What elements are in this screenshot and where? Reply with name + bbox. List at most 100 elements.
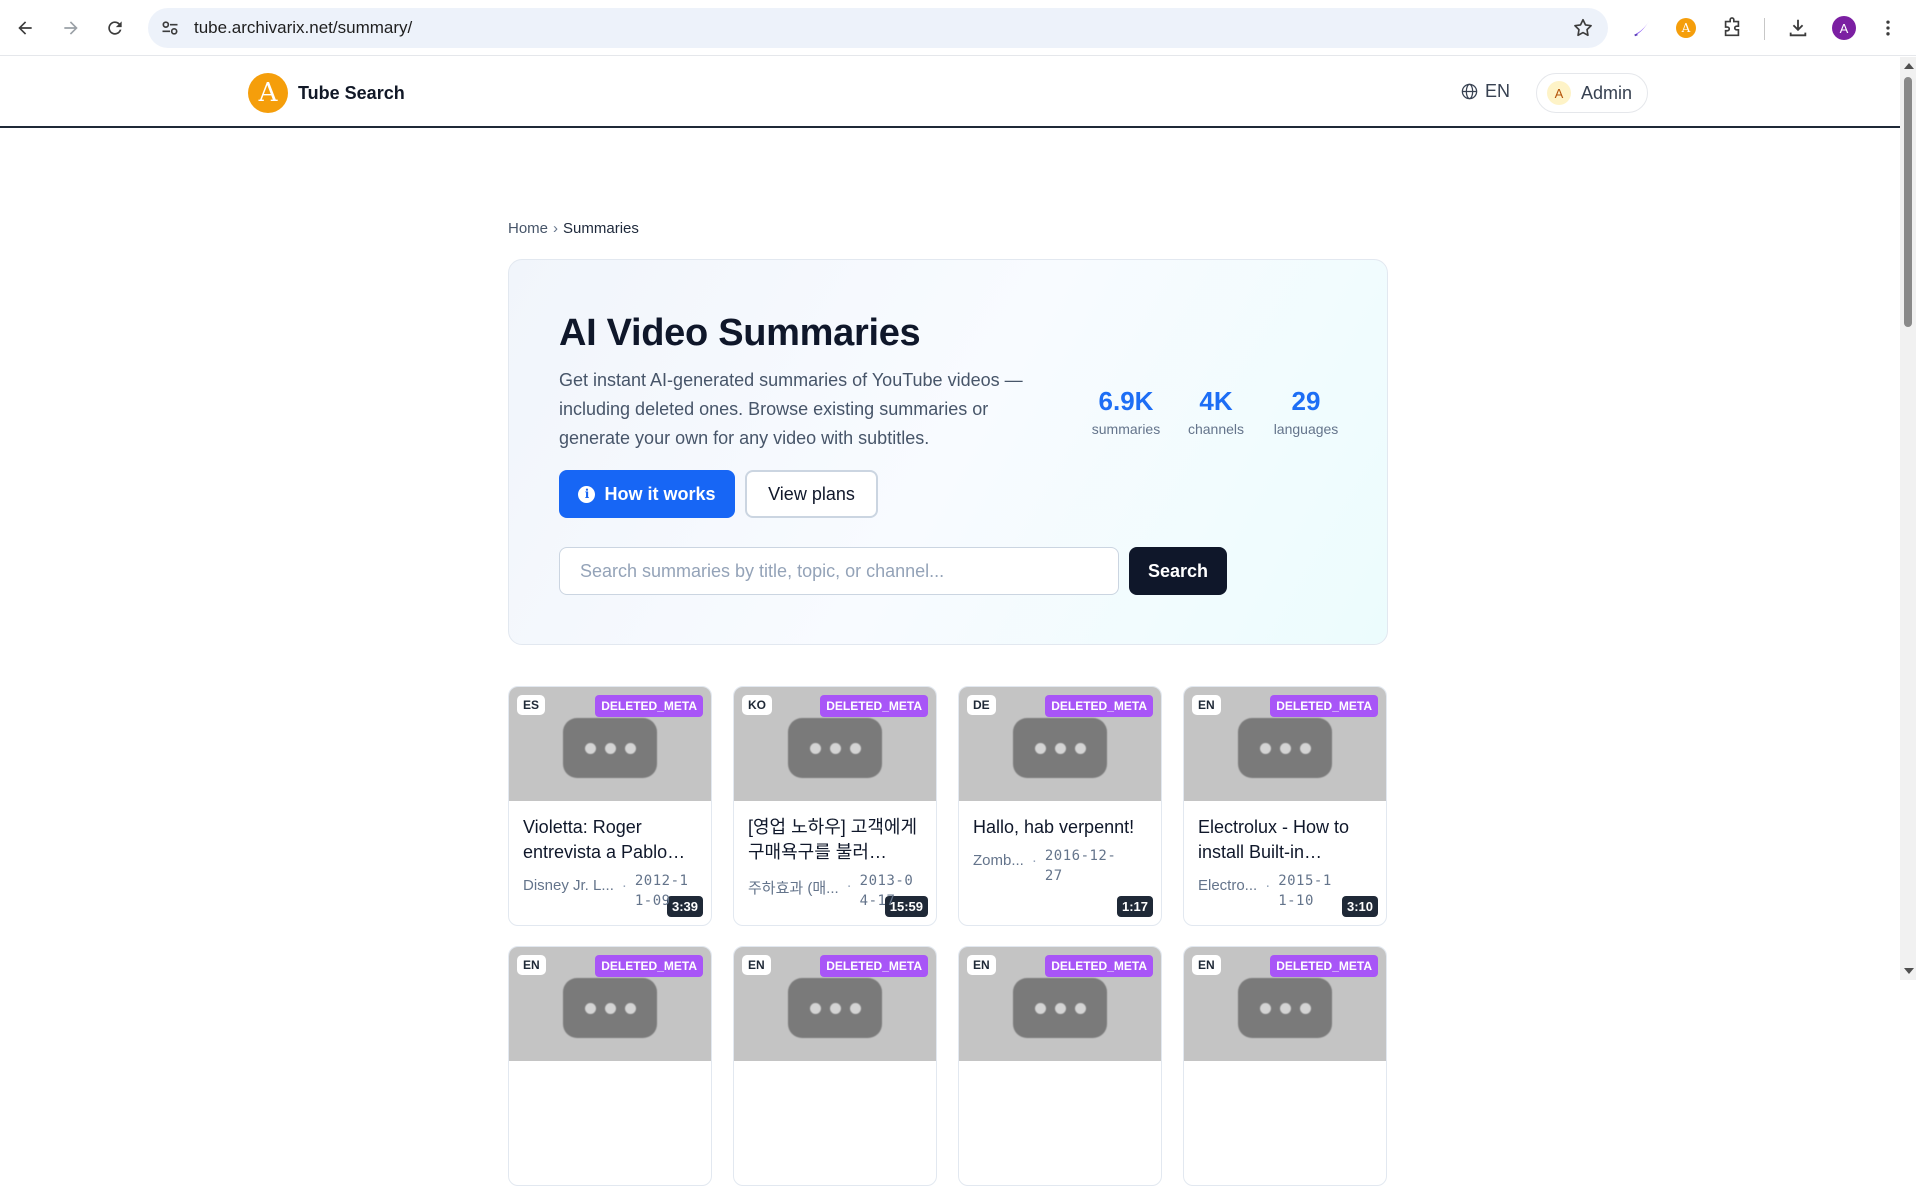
- video-meta: Disney Jr. L... · 2012-11-09: [523, 871, 703, 911]
- globe-icon: [1461, 83, 1478, 100]
- placeholder-play-icon: [788, 978, 882, 1038]
- status-badge: DELETED_META: [1270, 955, 1378, 977]
- scroll-thumb[interactable]: [1904, 77, 1912, 327]
- status-badge: DELETED_META: [820, 695, 928, 717]
- stat-value: 6.9K: [1098, 386, 1154, 416]
- video-card[interactable]: EN DELETED_META 3:10 Electrolux - How to…: [1183, 686, 1387, 926]
- status-badge: DELETED_META: [820, 955, 928, 977]
- duration-badge: 1:17: [1116, 896, 1153, 917]
- search-button[interactable]: Search: [1129, 547, 1227, 595]
- bookmark-star-icon[interactable]: [1572, 17, 1594, 39]
- status-badge: DELETED_META: [595, 955, 703, 977]
- toolbar-divider: [1764, 18, 1765, 40]
- language-selector[interactable]: EN: [1460, 81, 1510, 102]
- status-badge: DELETED_META: [1045, 695, 1153, 717]
- video-card[interactable]: EN DELETED_META: [1183, 946, 1387, 1186]
- brand-name[interactable]: Tube Search: [298, 83, 405, 104]
- language-badge: EN: [517, 955, 546, 975]
- back-button[interactable]: [9, 12, 41, 44]
- language-badge: ES: [517, 695, 546, 715]
- video-card[interactable]: KO DELETED_META 15:59 [영업 노하우] 고객에게 구매욕구…: [733, 686, 937, 926]
- stat-summaries: 6.9K summaries: [1081, 386, 1171, 437]
- how-it-works-button[interactable]: i How it works: [559, 470, 735, 518]
- video-card[interactable]: ES DELETED_META 3:39 Violetta: Roger ent…: [508, 686, 712, 926]
- video-meta: 주하효과 (매... · 2013-04-17: [748, 871, 928, 911]
- forward-button[interactable]: [55, 12, 87, 44]
- language-badge: KO: [742, 695, 772, 715]
- status-badge: DELETED_META: [595, 695, 703, 717]
- stat-label: summaries: [1091, 421, 1161, 437]
- view-plans-button[interactable]: View plans: [745, 470, 878, 518]
- profile-avatar[interactable]: A: [1830, 14, 1858, 42]
- placeholder-play-icon: [1238, 978, 1332, 1038]
- placeholder-play-icon: [1013, 978, 1107, 1038]
- scroll-down-arrow[interactable]: [1904, 968, 1914, 974]
- language-badge: EN: [1192, 955, 1221, 975]
- breadcrumb-home[interactable]: Home: [508, 220, 548, 237]
- stat-languages: 29 languages: [1261, 386, 1351, 437]
- language-badge: EN: [1192, 695, 1221, 715]
- page-scrollbar[interactable]: [1900, 57, 1916, 980]
- publish-date: 2015-11-10: [1278, 873, 1332, 909]
- reload-icon: [108, 21, 122, 35]
- site-header: A Tube Search EN A Admin: [0, 57, 1900, 128]
- downloads-icon[interactable]: [1784, 14, 1812, 42]
- placeholder-play-icon: [788, 718, 882, 778]
- search-input[interactable]: [559, 547, 1119, 595]
- hero-description: Get instant AI-generated summaries of Yo…: [559, 370, 1023, 448]
- pen-extension-icon[interactable]: [1628, 14, 1656, 42]
- breadcrumb-separator: ›: [553, 220, 559, 237]
- placeholder-play-icon: [563, 718, 657, 778]
- channel-name[interactable]: 주하효과 (매...: [748, 877, 839, 898]
- video-card[interactable]: EN DELETED_META: [508, 946, 712, 1186]
- user-name: Admin: [1581, 82, 1633, 103]
- arrow-left-icon: [18, 21, 32, 35]
- channel-name[interactable]: Disney Jr. L...: [523, 877, 614, 894]
- video-title[interactable]: [영업 노하우] 고객에게 구매욕구를 불러…: [748, 815, 926, 865]
- info-icon: i: [578, 485, 596, 503]
- page-title: AI Video Summaries: [559, 312, 921, 354]
- how-it-works-label: How it works: [604, 483, 716, 504]
- hero-panel: AI Video Summaries Get instant AI-genera…: [508, 259, 1388, 645]
- channel-name[interactable]: Zomb...: [973, 852, 1024, 869]
- extensions-puzzle-icon[interactable]: [1718, 14, 1746, 42]
- stats: 6.9K summaries 4K channels 29 languages: [1081, 386, 1351, 437]
- placeholder-play-icon: [1013, 718, 1107, 778]
- publish-date: 2012-11-09: [634, 873, 689, 909]
- video-meta: Zomb... · 2016-12-27: [973, 848, 1117, 884]
- stat-channels: 4K channels: [1171, 386, 1261, 437]
- video-card[interactable]: DE DELETED_META 1:17 Hallo, hab verpennt…: [958, 686, 1162, 926]
- publish-date: 2016-12-27: [1044, 848, 1117, 884]
- language-badge: EN: [742, 955, 771, 975]
- video-title[interactable]: Violetta: Roger entrevista a Pablo…: [523, 815, 701, 865]
- stat-value: 4K: [1199, 386, 1233, 416]
- reload-button[interactable]: [99, 12, 131, 44]
- logo[interactable]: A: [248, 73, 288, 113]
- archivarix-extension-icon[interactable]: A: [1672, 14, 1700, 42]
- video-title[interactable]: Electrolux - How to install Built-in…: [1198, 815, 1376, 865]
- channel-name[interactable]: Electro...: [1198, 877, 1257, 894]
- url-text[interactable]: tube.archivarix.net/summary/: [194, 18, 412, 38]
- browser-toolbar: tube.archivarix.net/summary/ A A: [0, 0, 1916, 56]
- language-badge: DE: [967, 695, 996, 715]
- scroll-up-arrow[interactable]: [1904, 63, 1914, 69]
- arrow-right-icon: [64, 21, 78, 35]
- site-settings-icon[interactable]: [160, 18, 180, 38]
- video-meta: Electro... · 2015-11-10: [1198, 871, 1378, 911]
- language-label: EN: [1485, 81, 1511, 101]
- address-bar[interactable]: tube.archivarix.net/summary/: [148, 8, 1608, 48]
- language-badge: EN: [967, 955, 996, 975]
- publish-date: 2013-04-17: [859, 873, 914, 909]
- video-title[interactable]: Hallo, hab verpennt!: [973, 815, 1151, 840]
- stat-value: 29: [1291, 386, 1321, 416]
- breadcrumb-current: Summaries: [563, 220, 639, 237]
- breadcrumb: Home › Summaries: [508, 220, 639, 237]
- stat-label: languages: [1273, 421, 1339, 437]
- placeholder-play-icon: [563, 978, 657, 1038]
- video-card[interactable]: EN DELETED_META: [958, 946, 1162, 1186]
- video-card[interactable]: EN DELETED_META: [733, 946, 937, 1186]
- user-menu-button[interactable]: A Admin: [1536, 73, 1648, 113]
- status-badge: DELETED_META: [1045, 955, 1153, 977]
- browser-menu-icon[interactable]: [1874, 14, 1902, 42]
- placeholder-play-icon: [1238, 718, 1332, 778]
